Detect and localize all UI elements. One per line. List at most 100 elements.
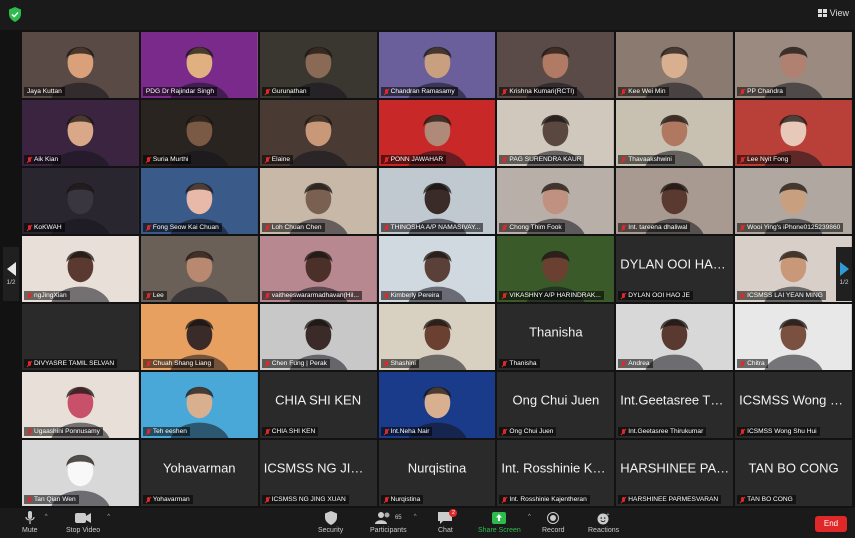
chat-button[interactable]: 2 Chat [438, 509, 458, 534]
participant-name-label: DYLAN OOI HAO JE [618, 291, 693, 300]
participant-name-label: Wooi Ying's iPhone0125239860 [737, 223, 844, 232]
participant-display-name: Yohavarman [163, 460, 236, 476]
participant-name-label: vaitheeswararmadhavan(Hil... [261, 291, 362, 300]
end-meeting-button[interactable]: End [815, 516, 847, 532]
gallery-grid: Jaya Kuttan PDG Dr Rajindar Singh Gurunath… [22, 32, 852, 506]
participant-display-name: CHIA SHI KEN [275, 392, 362, 408]
participant-display-name: Thanisha [529, 324, 583, 340]
video-camera-icon [75, 511, 92, 525]
participant-tile[interactable]: Shashini [378, 304, 496, 370]
participant-tile[interactable]: Thavaakshwini [616, 100, 734, 166]
participant-name: Kimberly Pereira [390, 292, 440, 299]
participant-tile[interactable]: Int.Neha Nair [378, 372, 496, 438]
muted-mic-icon [621, 496, 626, 503]
participants-button[interactable]: 65 Participants ^ [370, 511, 417, 534]
share-screen-button[interactable]: Share Screen ^ [478, 511, 531, 534]
participant-tile[interactable]: PP Chandra [735, 32, 852, 98]
participant-tile[interactable]: Chong Thim Fook [497, 168, 615, 234]
chevron-up-icon[interactable]: ^ [45, 514, 48, 520]
participant-name-label: Lee [142, 291, 167, 300]
participant-tile[interactable]: Chen Fung | Perak [259, 304, 377, 370]
participant-tile[interactable]: Krishna Kumari(RCTI) [497, 32, 615, 98]
participant-tile[interactable]: Tan Qian Wen [22, 440, 139, 506]
participant-tile[interactable]: Nurqistina Nurqistina [378, 440, 496, 506]
participant-tile[interactable]: Lee [140, 236, 258, 302]
participant-name: DYLAN OOI HAO JE [628, 292, 690, 299]
participant-tile[interactable]: Kimberly Pereira [378, 236, 496, 302]
participant-tile[interactable]: CHIA SHI KEN CHIA SHI KEN [259, 372, 377, 438]
participant-name-label: Fong Seow Kai Chuan [142, 223, 222, 232]
participant-tile[interactable]: Wooi Ying's iPhone0125239860 [735, 168, 852, 234]
participant-name-label: Teh eeshen [142, 427, 190, 436]
participant-tile[interactable]: PDG Dr Rajindar Singh [140, 32, 258, 98]
view-button[interactable]: View [817, 8, 849, 18]
participant-name-label: Tan Qian Wen [24, 495, 79, 504]
participant-tile[interactable]: Int.Geetasree Thir... Int.Geetasree Thiru… [616, 372, 734, 438]
participant-tile[interactable]: Lee Nyit Fong [735, 100, 852, 166]
participant-tile[interactable]: PAG SURENDRA KAUR [497, 100, 615, 166]
participant-tile[interactable]: ICSMSS LAI YEAN MING [735, 236, 852, 302]
shield-icon[interactable] [8, 7, 22, 22]
participant-tile[interactable]: PONN JAWAHAR [378, 100, 496, 166]
participant-name: Krishna Kumari(RCTI) [509, 88, 575, 95]
participant-tile[interactable]: ngJingXian [22, 236, 139, 302]
participant-tile[interactable]: Elaine [259, 100, 377, 166]
view-label: View [829, 8, 849, 18]
participant-tile[interactable]: DIVYASRE TAMIL SELVAN [22, 304, 139, 370]
participant-tile[interactable]: Aik Kian [22, 100, 139, 166]
participant-tile[interactable]: Ong Chui Juen Ong Chui Juen [497, 372, 615, 438]
muted-mic-icon [502, 292, 507, 299]
participant-tile[interactable]: Ugaashini Ponnusamy [22, 372, 139, 438]
chevron-up-icon[interactable]: ^ [414, 514, 417, 520]
chevron-up-icon[interactable]: ^ [528, 514, 531, 520]
participant-tile[interactable]: KoKWAH [22, 168, 139, 234]
participant-tile[interactable]: TAN BO CONG TAN BO CONG [735, 440, 852, 506]
participant-tile[interactable]: Int. tareena dhaliwal [616, 168, 734, 234]
participant-name: Fong Seow Kai Chuan [152, 224, 219, 231]
participant-tile[interactable]: VIKASHNY A/P HARINDRAK... [497, 236, 615, 302]
participant-name-label: Shashini [380, 359, 419, 368]
record-button[interactable]: Record [542, 511, 565, 534]
participant-tile[interactable]: ICSMSS Wong Sh... ICSMSS Wong Shu Hui [735, 372, 852, 438]
participant-name: Int.Neha Nair [390, 428, 430, 435]
participant-tile[interactable]: Loh Chuan Chen [259, 168, 377, 234]
previous-page-button[interactable]: 1/2 [3, 247, 19, 301]
participant-tile[interactable]: Kee Wei Min [616, 32, 734, 98]
participant-tile[interactable]: vaitheeswararmadhavan(Hil... [259, 236, 377, 302]
participant-tile[interactable]: Teh eeshen [140, 372, 258, 438]
participant-name: TAN BO CONG [747, 496, 793, 503]
muted-mic-icon [740, 156, 745, 163]
mute-button[interactable]: Mute ^ [22, 511, 48, 534]
participant-name: PP Chandra [747, 88, 783, 95]
participant-tile[interactable]: Chitra [735, 304, 852, 370]
participant-tile[interactable]: Thanisha Thanisha [497, 304, 615, 370]
participant-tile[interactable]: Fong Seow Kai Chuan [140, 168, 258, 234]
participant-tile[interactable]: Int. Rosshinie Kaje... Int. Rosshinie Kaj… [497, 440, 615, 506]
security-button[interactable]: Security [318, 511, 343, 534]
participant-name: vaitheeswararmadhavan(Hil... [271, 292, 359, 299]
participant-tile[interactable]: Chuah Shang Liang [140, 304, 258, 370]
muted-mic-icon [740, 224, 745, 231]
muted-mic-icon [621, 360, 626, 367]
participant-tile[interactable]: HARSHINEE PAR... HARSHINEE PARMESVARAN [616, 440, 734, 506]
participant-name-label: ICSMSS LAI YEAN MING [737, 291, 826, 300]
participant-name-label: Chandran Ramasamy [380, 87, 458, 96]
participant-name-label: Nurqistina [380, 495, 424, 504]
participant-tile[interactable]: Andrea [616, 304, 734, 370]
participant-tile[interactable]: Gurunathan [259, 32, 377, 98]
record-icon [547, 511, 560, 525]
participant-tile[interactable]: THINOSHA A/P NAMASIVAY... [378, 168, 496, 234]
top-bar: View [0, 0, 855, 30]
participant-display-name: Int.Geetasree Thir... [620, 392, 734, 408]
participant-tile[interactable]: Suria Murthi [140, 100, 258, 166]
participant-tile[interactable]: Jaya Kuttan [22, 32, 139, 98]
page-indicator: 1/2 [839, 279, 849, 286]
stop-video-button[interactable]: Stop Video ^ [66, 511, 110, 534]
reactions-button[interactable]: + Reactions [588, 511, 619, 535]
participant-tile[interactable]: Yohavarman Yohavarman [140, 440, 258, 506]
participant-tile[interactable]: ICSMSS NG JING... ICSMSS NG JING XUAN [259, 440, 377, 506]
next-page-button[interactable]: 1/2 [836, 247, 852, 301]
chevron-up-icon[interactable]: ^ [107, 514, 110, 520]
participant-tile[interactable]: Chandran Ramasamy [378, 32, 496, 98]
participant-tile[interactable]: DYLAN OOI HAO... DYLAN OOI HAO JE [616, 236, 734, 302]
